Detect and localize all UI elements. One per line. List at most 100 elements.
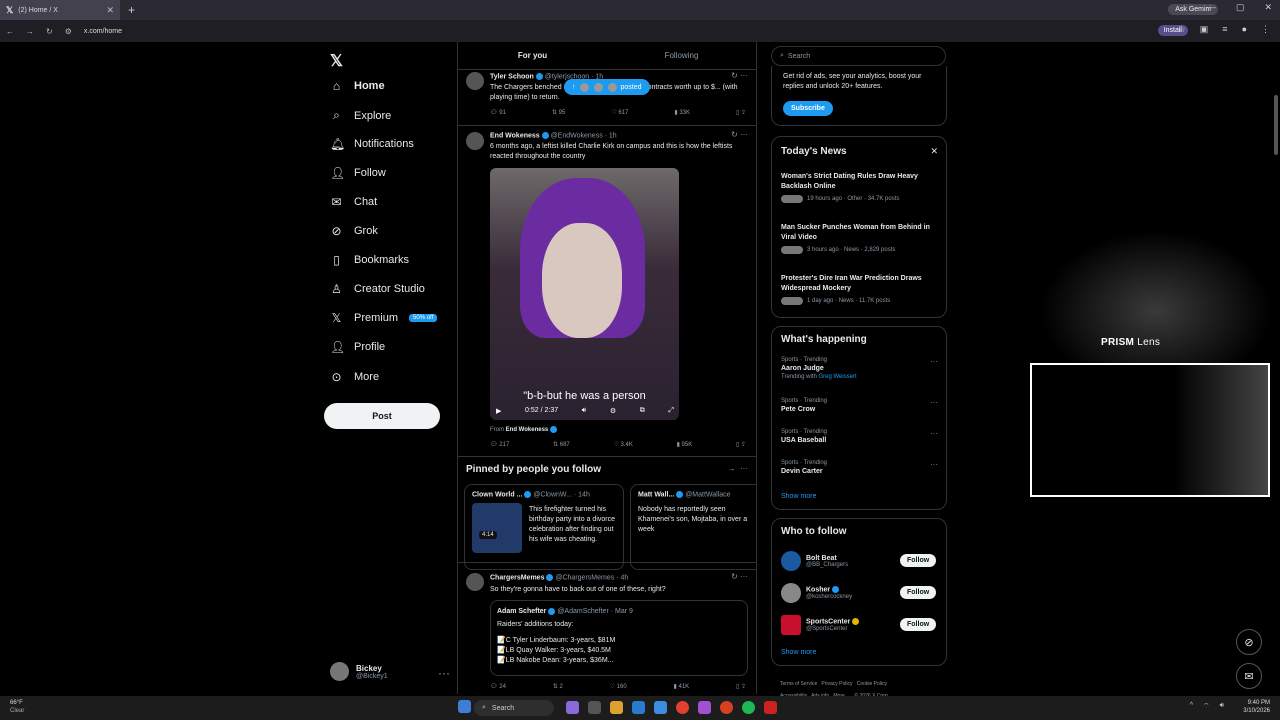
like-button[interactable]: ♡ 3.4K [613, 441, 632, 448]
forward-icon[interactable]: → [26, 27, 34, 36]
new-tab-icon[interactable]: + [128, 3, 135, 17]
app-icon[interactable] [632, 701, 645, 714]
bookmark-star-icon[interactable]: ☆ [1178, 24, 1186, 35]
reply-button[interactable]: 💬︎ 24 [490, 683, 506, 690]
tray-chevron-icon[interactable]: ^ [1190, 702, 1193, 711]
profile-icon[interactable]: ● [1242, 24, 1247, 35]
author-name[interactable]: ChargersMemes [490, 574, 544, 581]
news-item[interactable]: Man Sucker Punches Woman from Behind in … [781, 223, 941, 254]
account-switcher[interactable]: Bickey @Bickey1 ··· [330, 662, 450, 681]
new-posts-toast[interactable]: ↑ posted [564, 79, 650, 95]
messages-float-icon[interactable]: ✉ [1236, 663, 1262, 689]
pip-icon[interactable]: ⧉ [640, 407, 645, 415]
repost-button[interactable]: ⇅ 687 [553, 441, 570, 448]
reply-button[interactable]: 💬︎ 91 [490, 109, 506, 116]
clock[interactable]: 9:40 PM 3/10/2026 [1243, 699, 1270, 715]
more-dots-icon[interactable]: ··· [930, 398, 938, 407]
fullscreen-icon[interactable]: ⤢ [668, 407, 674, 415]
more-dots-icon[interactable]: ··· [930, 429, 938, 438]
weather-widget[interactable]: 66°F Clear [10, 699, 24, 715]
x-logo-icon[interactable]: 𝕏 [330, 51, 343, 71]
news-item[interactable]: Protester's Dire Iran War Prediction Dra… [781, 274, 941, 305]
start-icon[interactable] [458, 700, 471, 713]
minimize-icon[interactable]: — [1207, 2, 1216, 13]
nav-grok[interactable]: ⊘ Grok [330, 224, 377, 238]
trend-link[interactable]: Greg Weissert [818, 374, 856, 380]
follow-button[interactable]: Follow [900, 554, 937, 567]
trend-item[interactable]: Sports · Trending Devin Carter [781, 460, 941, 475]
author-name[interactable]: End Wokeness [490, 132, 540, 139]
bookmark-icon[interactable]: ▯ ⇪ [736, 441, 746, 448]
like-button[interactable]: ♡ 160 [610, 683, 627, 690]
avatar[interactable] [466, 573, 484, 591]
network-icon[interactable]: ⌔ [1203, 702, 1210, 711]
nav-creator-studio[interactable]: ♙ Creator Studio [330, 282, 425, 296]
pinned-card[interactable]: Clown World ... @ClownW... · 14h 4:14 Th… [464, 484, 624, 570]
url-field[interactable]: x.com/home [84, 28, 122, 35]
bookmark-icon[interactable]: ▯ ⇪ [736, 109, 746, 116]
close-icon[interactable]: ✕ [930, 146, 938, 157]
follow-button[interactable]: Follow [900, 586, 937, 599]
chrome-icon[interactable] [676, 701, 689, 714]
app-icon[interactable] [588, 701, 601, 714]
trend-item[interactable]: Sports · Trending Aaron Judge Trending w… [781, 357, 941, 380]
repost-button[interactable]: ⇅ 95 [552, 109, 565, 116]
sidepanel-icon[interactable]: ▣ [1200, 24, 1209, 35]
quoted-post[interactable]: Adam Schefter @AdamSchefter · Mar 9 Raid… [490, 600, 748, 676]
more-dots-icon[interactable]: ↻ ··· [731, 71, 748, 80]
views-button[interactable]: ▮ 33K [674, 109, 690, 116]
menu-icon[interactable]: ⋮ [1261, 24, 1270, 35]
folder-icon[interactable] [610, 701, 623, 714]
maximize-icon[interactable]: ▢ [1236, 2, 1245, 13]
brave-icon[interactable] [720, 701, 733, 714]
app-icon[interactable] [566, 701, 579, 714]
bookmark-icon[interactable]: ▯ ⇪ [736, 683, 746, 690]
footer-link[interactable]: Privacy Policy [821, 681, 852, 687]
nav-chat[interactable]: ✉ Chat [330, 195, 377, 209]
tab-for-you[interactable]: For you [458, 42, 607, 69]
browser-tab[interactable]: 𝕏 (2) Home / X ✕ [0, 0, 120, 20]
nav-home[interactable]: ⌂ Home [330, 79, 385, 93]
trend-item[interactable]: Sports · Trending Pete Crow [781, 398, 941, 413]
like-button[interactable]: ♡ 617 [611, 109, 628, 116]
nav-explore[interactable]: ⌕ Explore [330, 108, 391, 123]
tab-following[interactable]: Following [607, 42, 756, 69]
nav-premium[interactable]: 𝕏 Premium 50% off [330, 311, 438, 325]
app-icon[interactable] [654, 701, 667, 714]
show-more-link[interactable]: Show more [781, 493, 816, 500]
nav-notifications[interactable]: 🔔︎ Notifications [330, 137, 414, 151]
window-close-icon[interactable]: ✕ [1264, 2, 1272, 13]
volume-icon[interactable]: 🔊︎ [582, 407, 586, 415]
extensions-icon[interactable]: ≡ [1222, 24, 1227, 35]
tab-close-icon[interactable]: ✕ [106, 5, 114, 16]
footer-link[interactable]: Cookie Policy [857, 681, 887, 687]
video-player[interactable]: "b-b-but he was a person ▶ 0:52 / 2:37 🔊… [490, 168, 679, 420]
back-icon[interactable]: ← [6, 27, 14, 36]
more-dots-icon[interactable]: ··· [438, 666, 450, 680]
settings-icon[interactable]: ⚙ [610, 407, 616, 415]
follow-button[interactable]: Follow [900, 618, 937, 631]
show-more-link[interactable]: Show more [781, 649, 816, 656]
news-item[interactable]: Woman's Strict Dating Rules Draw Heavy B… [781, 172, 941, 203]
search-input[interactable]: ⌕ Search [771, 46, 946, 66]
play-icon[interactable]: ▶ [496, 407, 501, 415]
nav-more[interactable]: ⊙ More [330, 370, 379, 384]
reply-button[interactable]: 💬︎ 217 [490, 441, 509, 448]
post-button[interactable]: Post [324, 403, 440, 429]
volume-icon[interactable]: 🔊︎ [1220, 702, 1224, 711]
app-icon[interactable] [698, 701, 711, 714]
avatar[interactable] [466, 72, 484, 90]
views-button[interactable]: ▮ 95K [677, 441, 693, 448]
pinned-arrow-icon[interactable]: → ··· [728, 464, 748, 473]
app-icon[interactable] [764, 701, 777, 714]
more-dots-icon[interactable]: ↻ ··· [731, 130, 748, 139]
grok-float-icon[interactable]: ⊘ [1236, 629, 1262, 655]
nav-profile[interactable]: 👤︎ Profile [330, 340, 385, 354]
reload-icon[interactable]: ↻ [46, 27, 53, 36]
video-thumbnail[interactable] [472, 503, 522, 553]
more-dots-icon[interactable]: ··· [930, 460, 938, 469]
avatar[interactable] [466, 132, 484, 150]
subscribe-button[interactable]: Subscribe [783, 101, 833, 116]
author-name[interactable]: Tyler Schoon [490, 73, 534, 80]
views-button[interactable]: ▮ 41K [674, 683, 690, 690]
